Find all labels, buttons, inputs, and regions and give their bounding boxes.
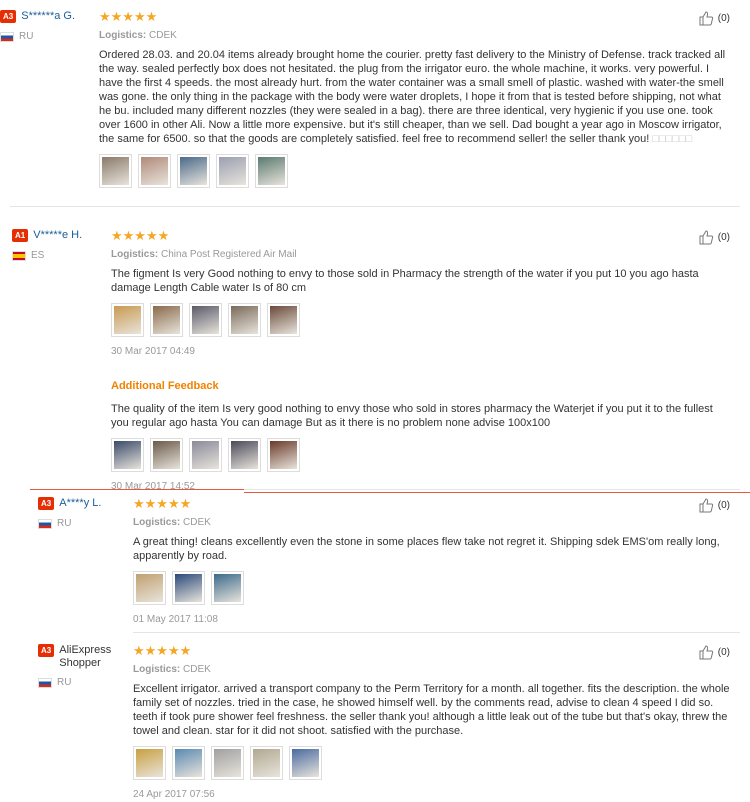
logistics-info: Logistics: China Post Registered Air Mai… xyxy=(111,249,297,260)
review-photo-thumbnail[interactable] xyxy=(133,746,166,780)
review-photos xyxy=(111,303,731,337)
review-photo-thumbnail[interactable] xyxy=(267,438,300,472)
review-photo-thumbnail[interactable] xyxy=(172,571,205,605)
review-photo-thumbnail[interactable] xyxy=(267,303,300,337)
review-text: The figment Is very Good nothing to envy… xyxy=(111,268,699,294)
reviewer-info: A3 AliExpress Shopper RU xyxy=(38,644,128,688)
section-highlight-line xyxy=(244,492,750,493)
review-content: ★★★★★ Logistics: CDEK Excellent irrigato… xyxy=(133,644,731,802)
star-rating: ★★★★★ xyxy=(99,9,158,24)
review-photo-thumbnail[interactable] xyxy=(211,746,244,780)
reviewer-name[interactable]: S******a G. xyxy=(21,10,75,23)
review-divider xyxy=(133,632,740,633)
helpful-vote[interactable]: (0) xyxy=(698,10,730,26)
russia-flag-icon xyxy=(38,677,52,688)
buyer-level-badge: A1 xyxy=(12,229,29,242)
review-photo-thumbnail[interactable] xyxy=(250,746,283,780)
reviewer-info: A3 S******a G. RU xyxy=(0,10,75,42)
reviewer-name[interactable]: V*****e H. xyxy=(33,229,82,242)
logistics-info: Logistics: CDEK xyxy=(99,30,177,41)
reviewer-name[interactable]: A****y L. xyxy=(59,497,101,510)
review-text: Ordered 28.03. and 20.04 items already b… xyxy=(99,49,726,145)
review-photo-thumbnail[interactable] xyxy=(255,154,288,188)
additional-feedback-label: Additional Feedback xyxy=(111,380,219,392)
review-photo-thumbnail[interactable] xyxy=(172,746,205,780)
review-photo-thumbnail[interactable] xyxy=(289,746,322,780)
review-photo-thumbnail[interactable] xyxy=(177,154,210,188)
review-photos xyxy=(133,746,731,780)
review-photo-thumbnail[interactable] xyxy=(216,154,249,188)
thumbs-up-icon[interactable] xyxy=(698,644,714,660)
russia-flag-icon xyxy=(38,518,52,529)
review-date: 01 May 2017 11:08 xyxy=(133,614,218,625)
review-photos xyxy=(133,571,731,605)
review-photo-thumbnail[interactable] xyxy=(111,303,144,337)
review-date: 30 Mar 2017 04:49 xyxy=(111,346,195,357)
review-photo-thumbnail[interactable] xyxy=(133,571,166,605)
review-photo-thumbnail[interactable] xyxy=(111,438,144,472)
thumbs-up-icon[interactable] xyxy=(698,497,714,513)
buyer-level-badge: A3 xyxy=(38,644,55,657)
review-text: A great thing! cleans excellently even t… xyxy=(133,536,720,562)
review-photo-thumbnail[interactable] xyxy=(189,303,222,337)
reviewer-country: RU xyxy=(0,31,75,42)
helpful-vote[interactable]: (0) xyxy=(698,229,730,245)
review-photo-thumbnail[interactable] xyxy=(228,438,261,472)
review-photo-thumbnail[interactable] xyxy=(150,438,183,472)
review-photo-thumbnail[interactable] xyxy=(99,154,132,188)
review-content: ★★★★★ Logistics: CDEK A great thing! cle… xyxy=(133,497,731,627)
buyer-level-badge: A3 xyxy=(38,497,55,510)
star-rating: ★★★★★ xyxy=(111,228,170,243)
helpful-count: (0) xyxy=(717,646,730,658)
russia-flag-icon xyxy=(0,31,14,42)
additional-feedback-text: The quality of the item Is very good not… xyxy=(111,403,713,429)
section-highlight-line xyxy=(30,489,244,490)
reviewer-name[interactable]: AliExpress Shopper xyxy=(59,644,128,670)
spain-flag-icon xyxy=(12,250,26,261)
helpful-count: (0) xyxy=(717,499,730,511)
review-content: ★★★★★ Logistics: China Post Registered A… xyxy=(111,229,731,494)
logistics-info: Logistics: CDEK xyxy=(133,664,211,675)
helpful-vote[interactable]: (0) xyxy=(698,497,730,513)
review-photo-thumbnail[interactable] xyxy=(189,438,222,472)
helpful-count: (0) xyxy=(717,231,730,243)
logistics-info: Logistics: CDEK xyxy=(133,517,211,528)
review-divider xyxy=(10,206,740,207)
review-photo-thumbnail[interactable] xyxy=(138,154,171,188)
thumbs-up-icon[interactable] xyxy=(698,229,714,245)
helpful-vote[interactable]: (0) xyxy=(698,644,730,660)
review-photo-thumbnail[interactable] xyxy=(228,303,261,337)
review-photos xyxy=(99,154,731,188)
review-photo-thumbnail[interactable] xyxy=(150,303,183,337)
review-content: ★★★★★ Logistics: CDEK Ordered 28.03. and… xyxy=(99,10,731,188)
reviewer-country: RU xyxy=(38,518,101,529)
additional-photos xyxy=(111,438,731,472)
reviewer-info: A3 A****y L. RU xyxy=(38,497,101,529)
review-photo-thumbnail[interactable] xyxy=(211,571,244,605)
reviewer-country: ES xyxy=(12,250,82,261)
star-rating: ★★★★★ xyxy=(133,496,192,511)
reviewer-country: RU xyxy=(38,677,128,688)
star-rating: ★★★★★ xyxy=(133,643,192,658)
helpful-count: (0) xyxy=(717,12,730,24)
review-text: Excellent irrigator. arrived a transport… xyxy=(133,683,730,737)
buyer-level-badge: A3 xyxy=(0,10,17,23)
thumbs-up-icon[interactable] xyxy=(698,10,714,26)
reviewer-info: A1 V*****e H. ES xyxy=(12,229,82,261)
